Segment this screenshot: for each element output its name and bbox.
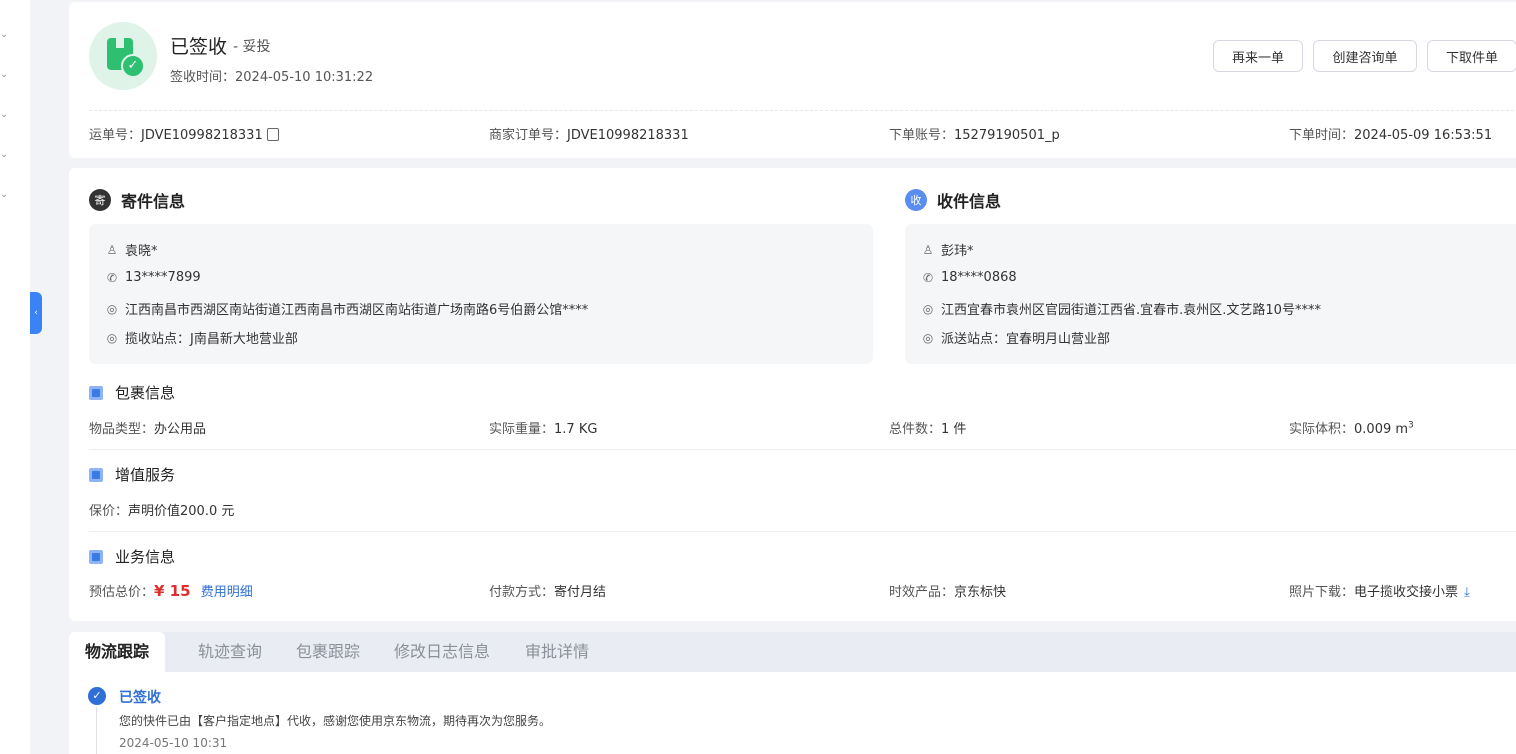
phone-icon: ✆ [922, 270, 934, 285]
estimated-price: 预估总价：¥ 15 费用明细 [89, 582, 253, 600]
photo-download: 照片下载：电子揽收交接小票 ⤓ [1289, 585, 1470, 600]
tab-package-tracking[interactable]: 包裹跟踪 [296, 632, 360, 672]
order-header-card: ✓ 已签收 - 妥投 签收时间：2024-05-10 10:31:22 再来一单… [69, 2, 1516, 158]
package-icon [89, 385, 103, 400]
chevron-down-icon[interactable]: ⌄ [0, 70, 10, 80]
price-value: ¥ 15 [154, 582, 191, 600]
phone-icon: ✆ [106, 270, 118, 285]
receiver-station: ◎ 派送站点：宜春明月山营业部 [922, 330, 1111, 348]
timeline-event-desc: 您的快件已由【客户指定地点】代收，感谢您使用京东物流，期待再次为您服务。 [119, 714, 552, 728]
left-nav-strip: ⌄ ⌄ ⌄ ⌄ ⌄ [0, 0, 30, 754]
business-section-title: 业务信息 [89, 546, 175, 567]
actual-weight: 实际重量：1.7 KG [489, 422, 598, 437]
waybill-number: 运单号：JDVE10998218331 [89, 124, 279, 143]
chevron-down-icon[interactable]: ⌄ [0, 190, 10, 200]
business-icon [89, 549, 103, 564]
receiver-phone: ✆ 18****0868 [922, 270, 1017, 285]
sign-time: 签收时间：2024-05-10 10:31:22 [170, 70, 374, 85]
total-pieces: 总件数：1 件 [889, 422, 967, 437]
download-icon[interactable]: ⤓ [1464, 585, 1470, 600]
tab-change-log[interactable]: 修改日志信息 [394, 632, 490, 672]
service-product: 时效产品：京东标快 [889, 585, 1007, 600]
receiver-section-title: 收 收件信息 [905, 188, 1001, 212]
yen-service-icon [89, 467, 103, 482]
sender-station: ◎ 揽收站点：J南昌新大地营业部 [106, 330, 298, 348]
chevron-left-icon: ‹ [34, 308, 38, 318]
receiver-info-box: ♙ 彭玮* ✆ 18****0868 ◎ 江西宜春市袁州区官园街道江西省.宜春市.袁州… [905, 224, 1516, 364]
check-circle-icon: ✓ [88, 687, 106, 705]
divider [89, 110, 1516, 111]
sender-address: ◎ 江西南昌市西湖区南站街道江西南昌市西湖区南站街道广场南路6号伯爵公馆**** [106, 301, 589, 319]
timeline-event-time: 2024-05-10 10:31 [119, 736, 228, 750]
payment-method: 付款方式：寄付月结 [489, 585, 607, 600]
tracking-tabs: 物流跟踪 轨迹查询 包裹跟踪 修改日志信息 审批详情 [69, 632, 1516, 672]
actual-volume: 实际体积：0.009 m3 [1289, 420, 1414, 437]
merchant-order-number: 商家订单号：JDVE10998218331 [489, 128, 689, 143]
sidebar-collapse-button[interactable]: ‹ [30, 292, 42, 334]
copy-icon[interactable] [266, 128, 279, 141]
receiver-address: ◎ 江西宜春市袁州区官园街道江西省.宜春市.袁州区.文艺路10号**** [922, 301, 1321, 319]
receiver-badge-icon: 收 [905, 189, 927, 211]
chevron-down-icon[interactable]: ⌄ [0, 110, 10, 120]
user-icon: ♙ [922, 242, 934, 257]
location-icon: ◎ [106, 330, 118, 345]
sender-section-title: 寄 寄件信息 [89, 188, 185, 212]
divider [89, 449, 1516, 450]
fee-detail-link[interactable]: 费用明细 [201, 585, 253, 600]
sender-name: ♙ 袁晓* [106, 242, 158, 260]
delivered-status-icon: ✓ [89, 22, 157, 90]
divider [89, 531, 1516, 532]
reorder-button[interactable]: 再来一单 [1213, 40, 1303, 72]
tracking-card: 物流跟踪 轨迹查询 包裹跟踪 修改日志信息 审批详情 ✓ 已签收 您的快件已由【… [69, 632, 1516, 754]
pickup-order-button[interactable]: 下取件单 [1427, 40, 1516, 72]
order-detail-card: 寄 寄件信息 ♙ 袁晓* ✆ 13****7899 ◎ 江西南昌市西湖区南站街道江西南… [69, 168, 1516, 621]
timeline-line [96, 707, 97, 754]
timeline-event-title: 已签收 [119, 690, 161, 706]
value-added-section-title: 增值服务 [89, 464, 175, 485]
chevron-down-icon[interactable]: ⌄ [0, 30, 10, 40]
sender-info-box: ♙ 袁晓* ✆ 13****7899 ◎ 江西南昌市西湖区南站街道江西南昌市西湖区南站… [89, 224, 873, 364]
tab-approval-details[interactable]: 审批详情 [525, 632, 589, 672]
location-icon: ◎ [922, 301, 934, 316]
order-time: 下单时间：2024-05-09 16:53:51 [1289, 128, 1493, 143]
receiver-name: ♙ 彭玮* [922, 242, 974, 260]
order-account: 下单账号：15279190501_p [889, 128, 1060, 143]
location-icon: ◎ [106, 301, 118, 316]
sender-phone: ✆ 13****7899 [106, 270, 201, 285]
sender-badge-icon: 寄 [89, 189, 111, 211]
status-subtitle: - 妥投 [233, 39, 271, 55]
create-inquiry-button[interactable]: 创建咨询单 [1313, 40, 1417, 72]
insured-value: 保价：声明价值200.0 元 [89, 504, 235, 519]
tab-trajectory-query[interactable]: 轨迹查询 [198, 632, 262, 672]
user-icon: ♙ [106, 242, 118, 257]
status-title: 已签收 [170, 36, 228, 58]
chevron-down-icon[interactable]: ⌄ [0, 150, 10, 160]
package-section-title: 包裹信息 [89, 382, 175, 403]
location-icon: ◎ [922, 330, 934, 345]
tab-logistics-tracking[interactable]: 物流跟踪 [69, 632, 166, 672]
item-type: 物品类型：办公用品 [89, 422, 207, 437]
